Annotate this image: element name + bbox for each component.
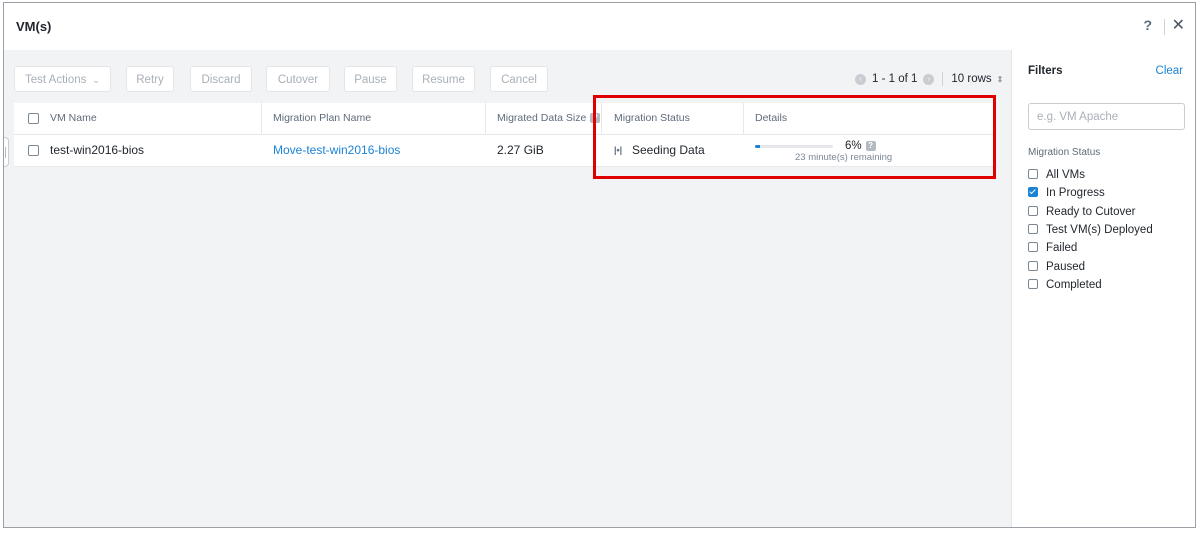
- row-checkbox[interactable]: [28, 145, 39, 156]
- retry-button[interactable]: Retry: [126, 66, 174, 92]
- header-details[interactable]: Details: [755, 103, 787, 134]
- title-divider: [1164, 19, 1165, 35]
- filter-section-label: Migration Status: [1028, 147, 1101, 158]
- filter-checkbox[interactable]: [1028, 278, 1038, 289]
- filter-checkbox[interactable]: [1028, 241, 1038, 252]
- filter-option-label: In Progress: [1046, 187, 1105, 199]
- filter-option-label: Failed: [1046, 242, 1078, 254]
- filter-option-label: Completed: [1046, 279, 1102, 291]
- test-actions-button[interactable]: Test Actions ⌄: [14, 66, 111, 92]
- filter-checkbox[interactable]: [1028, 186, 1038, 197]
- migration-plan-link[interactable]: Move-test-win2016-bios: [273, 135, 400, 166]
- migrated-data-size: 2.27 GiB: [497, 143, 544, 157]
- time-remaining: 23 minute(s) remaining: [795, 152, 893, 163]
- pager-divider: [942, 72, 944, 86]
- migration-status: Seeding Data: [632, 143, 705, 157]
- clear-filters-link[interactable]: Clear: [1156, 65, 1183, 77]
- header-migration-status[interactable]: Migration Status: [614, 103, 690, 134]
- filter-search-input[interactable]: [1028, 103, 1185, 130]
- header-vm-name[interactable]: VM Name: [50, 103, 97, 134]
- seeding-icon: |•|: [614, 145, 623, 155]
- filter-option-in-progress[interactable]: In Progress: [1028, 184, 1105, 202]
- filter-option-all-vms[interactable]: All VMs: [1028, 166, 1085, 184]
- chevron-down-icon: ⌄: [92, 75, 100, 85]
- vm-table: VM Name Migration Plan Name Migrated Dat…: [14, 103, 995, 167]
- test-actions-label: Test Actions: [25, 74, 87, 86]
- cancel-button[interactable]: Cancel: [490, 66, 548, 92]
- filters-panel: Filters Clear Migration Status All VMs I…: [1011, 50, 1195, 527]
- discard-button[interactable]: Discard: [190, 66, 252, 92]
- vm-name: test-win2016-bios: [50, 143, 145, 157]
- filter-option-paused[interactable]: Paused: [1028, 258, 1085, 276]
- progress-bar-fill: [755, 145, 760, 148]
- next-page-icon[interactable]: ›: [923, 73, 935, 85]
- table-header: VM Name Migration Plan Name Migrated Dat…: [14, 103, 995, 135]
- column-separator: [743, 103, 744, 134]
- prev-page-icon[interactable]: ‹: [855, 73, 866, 85]
- help-icon[interactable]: ?: [865, 140, 876, 151]
- panel-drag-handle[interactable]: [4, 137, 9, 167]
- filter-option-label: Paused: [1046, 261, 1086, 273]
- header-plan-name[interactable]: Migration Plan Name: [273, 103, 371, 134]
- column-separator: [485, 103, 486, 134]
- help-icon[interactable]: ?: [590, 113, 601, 124]
- close-button[interactable]: ✕: [1172, 15, 1185, 35]
- header-data-size-label: Migrated Data Size: [497, 112, 587, 124]
- sort-arrows-icon: ⇕: [996, 75, 1004, 84]
- filter-option-label: Ready to Cutover: [1046, 206, 1136, 218]
- filter-option-test-vms-deployed[interactable]: Test VM(s) Deployed: [1028, 221, 1153, 239]
- vm-dialog: VM(s) ? ✕ Test Actions ⌄ Retry Discard Cu…: [3, 2, 1196, 528]
- filter-option-completed[interactable]: Completed: [1028, 276, 1102, 294]
- page-range: 1 - 1 of 1: [872, 73, 918, 85]
- title-bar: VM(s) ? ✕: [4, 3, 1195, 51]
- select-all-checkbox[interactable]: [28, 113, 39, 124]
- column-separator: [261, 103, 262, 134]
- dialog-title: VM(s): [16, 19, 52, 34]
- pause-button[interactable]: Pause: [344, 66, 397, 92]
- filter-checkbox[interactable]: [1028, 205, 1038, 216]
- rows-per-page-select[interactable]: 10 rows ⇕: [951, 73, 1003, 85]
- filter-option-ready-to-cutover[interactable]: Ready to Cutover: [1028, 203, 1136, 221]
- filters-title: Filters: [1028, 65, 1063, 77]
- cutover-button[interactable]: Cutover: [266, 66, 330, 92]
- main-panel: Test Actions ⌄ Retry Discard Cutover Paus…: [4, 50, 1011, 527]
- progress-percent-label: 6%: [845, 140, 862, 152]
- filter-checkbox[interactable]: [1028, 260, 1038, 271]
- column-separator: [601, 103, 602, 134]
- filter-option-label: All VMs: [1046, 169, 1085, 181]
- pagination: ‹ 1 - 1 of 1 › 10 rows ⇕: [855, 72, 1003, 86]
- filter-checkbox[interactable]: [1028, 223, 1038, 234]
- header-data-size[interactable]: Migrated Data Size?: [497, 103, 601, 134]
- filter-option-label: Test VM(s) Deployed: [1046, 224, 1153, 236]
- table-row[interactable]: test-win2016-bios Move-test-win2016-bios…: [14, 135, 995, 167]
- rows-per-page-label: 10 rows: [951, 73, 992, 85]
- resume-button[interactable]: Resume: [412, 66, 475, 92]
- progress-bar: [755, 145, 833, 148]
- filter-checkbox[interactable]: [1028, 168, 1038, 179]
- help-button[interactable]: ?: [1143, 17, 1152, 33]
- filter-option-failed[interactable]: Failed: [1028, 239, 1077, 257]
